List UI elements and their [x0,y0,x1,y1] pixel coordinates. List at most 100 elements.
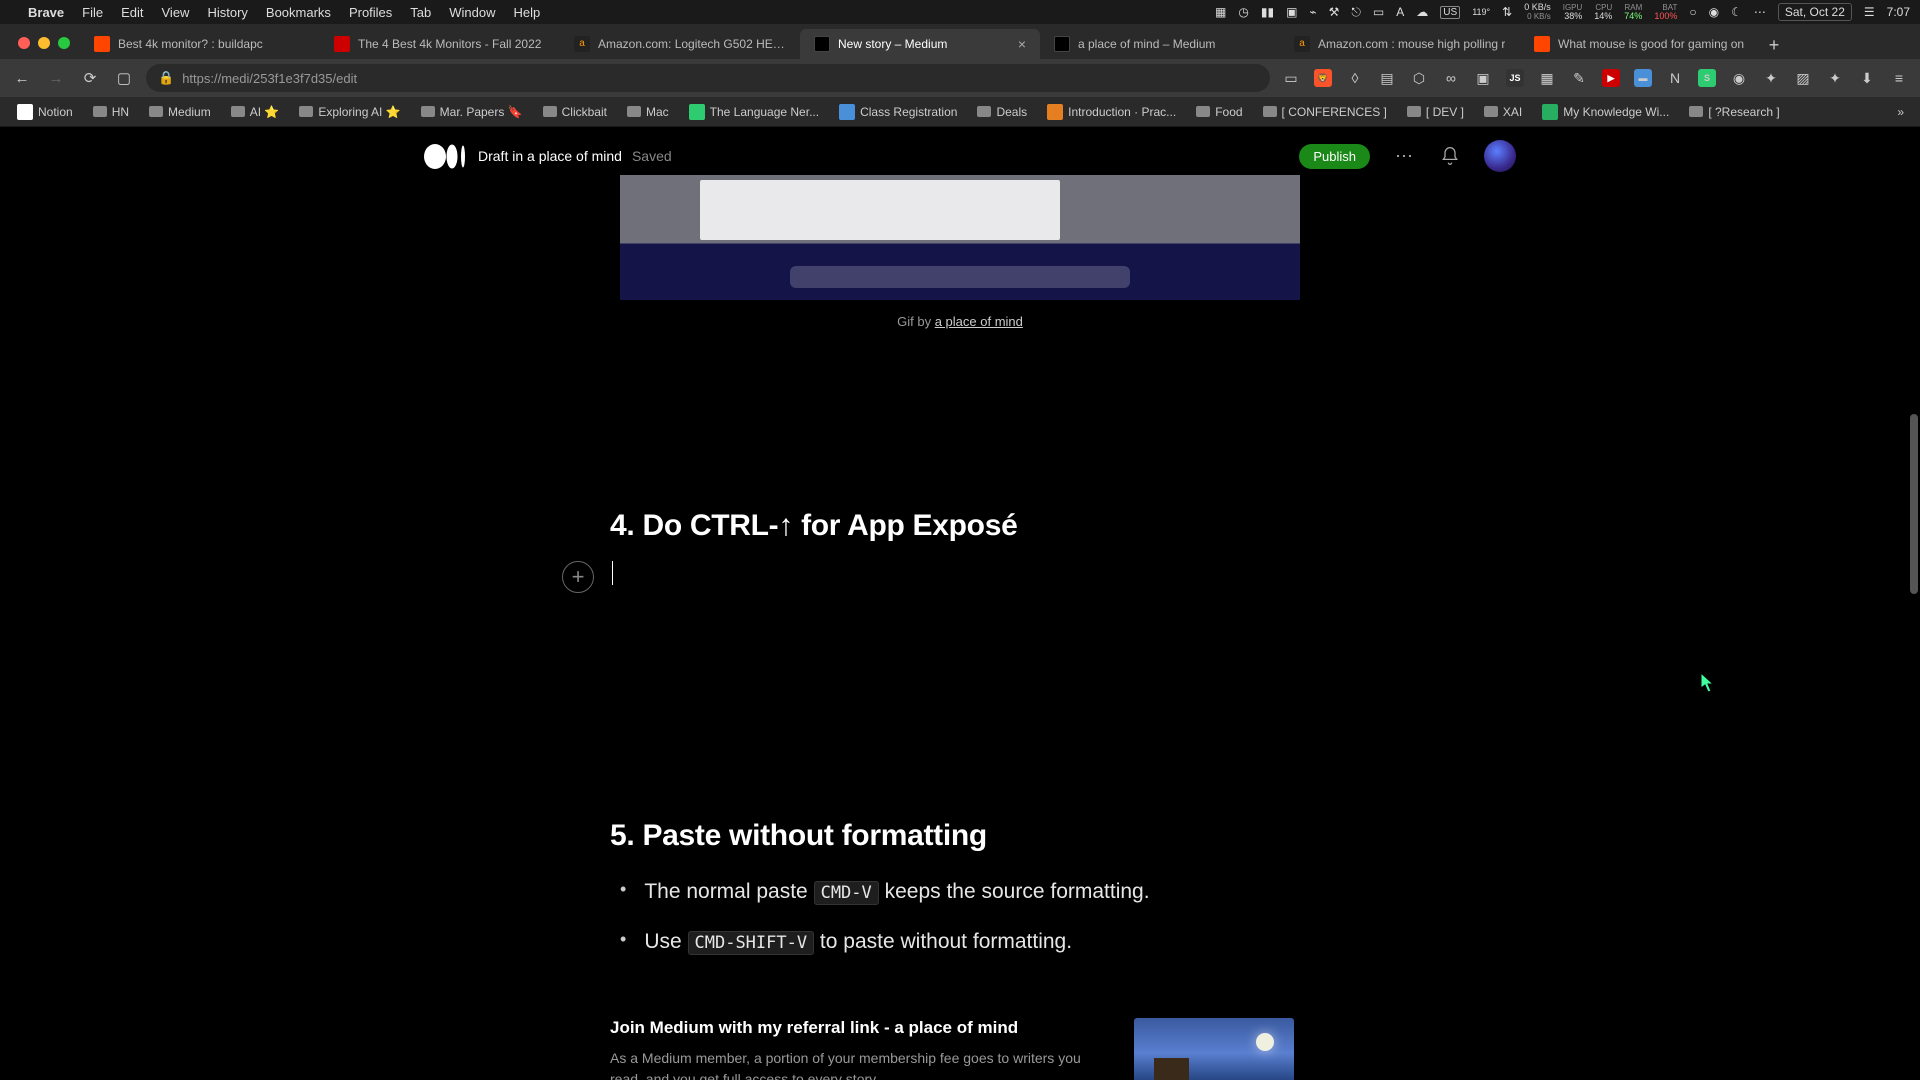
referral-card[interactable]: Join Medium with my referral link - a pl… [610,1018,1310,1080]
url-bar[interactable]: 🔒 https://medi/253f1e3f7d35/edit [146,64,1270,92]
menubar-tray-icon[interactable]: ☾ [1731,5,1742,19]
extension-icon[interactable]: N [1664,67,1686,89]
bookmark-folder[interactable]: Exploring AI ⭐ [292,102,407,122]
reload-button[interactable]: ⟳ [78,66,102,90]
menu-edit[interactable]: Edit [121,5,143,20]
app-menu-button[interactable]: ≡ [1888,67,1910,89]
menu-tab[interactable]: Tab [410,5,431,20]
bookmark-folder[interactable]: Mar. Papers 🔖 [414,102,530,122]
menu-profiles[interactable]: Profiles [349,5,392,20]
bookmark-folder[interactable]: [ ?Research ] [1682,102,1786,122]
extension-icon[interactable]: ▶ [1600,67,1622,89]
bookmark-folder[interactable]: Clickbait [536,102,614,122]
embedded-gif[interactable] [620,175,1300,300]
back-button[interactable]: ← [10,66,34,90]
article-body[interactable]: Gif by a place of mind 4. Do CTRL-↑ for … [590,175,1330,1080]
menu-bookmarks[interactable]: Bookmarks [266,5,331,20]
menubar-date[interactable]: Sat, Oct 22 [1778,3,1852,21]
image-caption[interactable]: Gif by a place of mind [610,314,1310,329]
pip-icon[interactable]: ▭ [1280,67,1302,89]
bookmark-item[interactable]: The Language Ner... [682,101,826,123]
bookmark-folder[interactable]: Medium [142,102,218,122]
bookmark-button[interactable]: ▢ [112,66,136,90]
extension-icon[interactable]: ▨ [1792,67,1814,89]
scrollbar-thumb[interactable] [1910,414,1918,594]
brave-shields-icon[interactable]: 🦁 [1312,67,1334,89]
forward-button[interactable]: → [44,66,68,90]
publish-button[interactable]: Publish [1299,144,1370,169]
extension-icon[interactable]: ▬ [1632,67,1654,89]
bookmark-item[interactable]: Class Registration [832,101,964,123]
extension-icon[interactable]: JS [1504,67,1526,89]
bookmark-item[interactable]: Introduction · Prac... [1040,101,1183,123]
browser-tab[interactable]: Best 4k monitor? : buildapc [80,29,320,59]
menubar-tray-icon[interactable]: US [1440,6,1460,19]
browser-tab[interactable]: aAmazon.com: Logitech G502 HERO [560,29,800,59]
menubar-tray-icon[interactable]: ▭ [1373,5,1384,19]
section-heading-4[interactable]: 4. Do CTRL-↑ for App Exposé [610,509,1310,543]
menubar-tray-icon[interactable]: ⌁ [1309,5,1316,19]
extension-icon[interactable]: ✎ [1568,67,1590,89]
browser-tab[interactable]: The 4 Best 4k Monitors - Fall 2022 [320,29,560,59]
menubar-tray-icon[interactable]: ◷ [1238,5,1248,19]
browser-tab[interactable]: a place of mind – Medium [1040,29,1280,59]
menubar-tray-icon[interactable]: A [1396,5,1404,19]
browser-tab[interactable]: What mouse is good for gaming on [1520,29,1760,59]
list-item[interactable]: • Use CMD-SHIFT-V to paste without forma… [610,925,1310,959]
medium-logo-icon[interactable] [424,144,468,169]
menu-history[interactable]: History [207,5,247,20]
list-item[interactable]: • The normal paste CMD-V keeps the sourc… [610,875,1310,909]
bookmark-folder[interactable]: Deals [970,102,1034,122]
extension-icon[interactable]: ◊ [1344,67,1366,89]
bullet-list[interactable]: • The normal paste CMD-V keeps the sourc… [610,875,1310,958]
extension-icon[interactable]: ▤ [1376,67,1398,89]
menu-window[interactable]: Window [449,5,495,20]
menu-view[interactable]: View [162,5,190,20]
menubar-app-name[interactable]: Brave [28,5,64,20]
menubar-tray-icon[interactable]: ☁ [1416,5,1428,19]
extension-icon[interactable]: ∞ [1440,67,1462,89]
extension-icon[interactable]: ▦ [1536,67,1558,89]
menubar-tray-icon[interactable]: ⋯ [1754,5,1766,19]
menu-help[interactable]: Help [514,5,541,20]
menubar-tray-icon[interactable]: ▮▮ [1261,5,1274,19]
downloads-icon[interactable]: ⬇ [1856,67,1878,89]
caption-link[interactable]: a place of mind [935,314,1023,329]
editor-cursor-line[interactable]: + [610,561,1310,589]
menubar-tray-icon[interactable]: ○ [1689,5,1696,19]
extension-icon[interactable]: ◉ [1728,67,1750,89]
menubar-time[interactable]: 7:07 [1887,5,1910,19]
menubar-tray-icon[interactable]: ⚒ [1329,5,1340,19]
menubar-tray-icon[interactable]: ▦ [1215,5,1226,19]
bookmark-folder[interactable]: HN [86,102,136,122]
extension-icon[interactable]: ✦ [1760,67,1782,89]
bookmark-item[interactable]: Notion [10,101,80,123]
browser-tab[interactable]: aAmazon.com : mouse high polling r [1280,29,1520,59]
browser-tab-active[interactable]: New story – Medium× [800,29,1040,59]
embedded-image-block[interactable] [620,175,1300,300]
tab-close-icon[interactable]: × [1018,36,1026,52]
bookmark-item[interactable]: My Knowledge Wi... [1535,101,1676,123]
section-heading-5[interactable]: 5. Paste without formatting [610,819,1310,853]
notifications-icon[interactable] [1438,144,1462,168]
new-tab-button[interactable]: + [1760,31,1788,59]
user-avatar[interactable] [1484,140,1516,172]
extension-icon[interactable]: S [1696,67,1718,89]
extension-icon[interactable]: ⬡ [1408,67,1430,89]
draft-location[interactable]: Draft in a place of mind [478,148,622,164]
bookmark-folder[interactable]: [ DEV ] [1400,102,1471,122]
bookmark-folder[interactable]: XAI [1477,102,1529,122]
bookmark-folder[interactable]: Mac [620,102,676,122]
menu-file[interactable]: File [82,5,103,20]
menubar-tray-icon[interactable]: ◉ [1709,5,1719,19]
bookmark-folder[interactable]: AI ⭐ [224,102,287,122]
extension-icon[interactable]: ▣ [1472,67,1494,89]
bookmark-folder[interactable]: [ CONFERENCES ] [1256,102,1394,122]
more-options-icon[interactable]: ⋯ [1392,144,1416,168]
menubar-tray-icon[interactable]: ⎋ [1351,5,1361,20]
window-minimize-button[interactable] [38,37,50,49]
extensions-puzzle-icon[interactable]: ✦ [1824,67,1846,89]
add-block-button[interactable]: + [562,561,594,593]
menubar-tray-icon[interactable]: ▣ [1286,5,1297,19]
window-fullscreen-button[interactable] [58,37,70,49]
